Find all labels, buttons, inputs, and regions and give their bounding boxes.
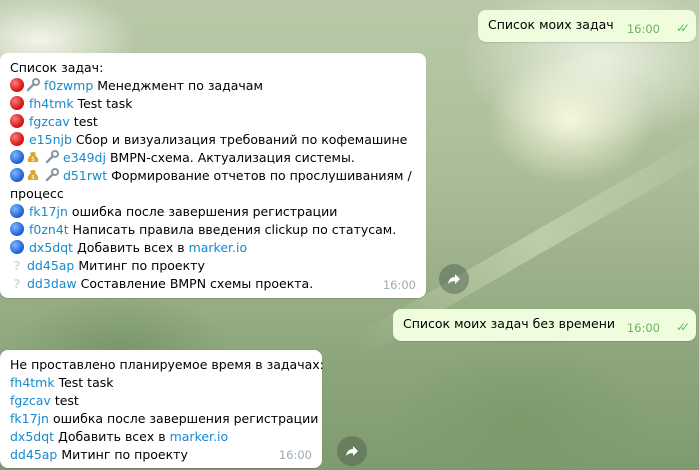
task-id-link[interactable]: e349dj	[63, 150, 106, 165]
task-id-link[interactable]: fgzcav	[10, 393, 51, 408]
task-text: ошибка после завершения регистрации	[52, 411, 319, 426]
task-id-link[interactable]: dx5dqt	[29, 240, 73, 255]
red-circle-icon	[10, 78, 24, 92]
svg-text:$: $	[31, 174, 35, 181]
wrench-icon	[45, 168, 59, 182]
task-text: test	[73, 114, 98, 129]
task-text: BMPN-схема. Актуализация системы.	[109, 150, 355, 165]
forward-arrow-icon	[448, 274, 460, 284]
marker-io-link[interactable]: marker.io	[189, 240, 248, 255]
money-bag-icon: $	[27, 170, 39, 181]
task-row: dx5dqt Добавить всех в marker.io	[10, 239, 416, 257]
marker-io-link[interactable]: marker.io	[170, 429, 229, 444]
red-circle-icon	[10, 96, 24, 110]
task-row: dx5dqt Добавить всех в marker.io	[10, 428, 312, 446]
task-text: Добавить всех в	[58, 429, 166, 444]
task-text: Test task	[77, 96, 133, 111]
money-bag-icon: $	[27, 152, 39, 163]
incoming-message-no-time-list[interactable]: Не проставлено планируемое время в задач…	[0, 350, 324, 468]
task-row: fh4tmk Test task	[10, 374, 312, 392]
task-id-link[interactable]: fk17jn	[29, 204, 68, 219]
task-id-link[interactable]: dd45ap	[27, 258, 74, 273]
blue-circle-icon	[10, 150, 24, 164]
task-row: fgzcav test	[10, 392, 312, 410]
task-id-link[interactable]: f0zn4t	[29, 222, 69, 237]
task-text: Митинг по проекту	[78, 258, 205, 273]
task-text: Написать правила введения clickup по ста…	[72, 222, 397, 237]
red-circle-icon	[10, 132, 24, 146]
message-text: Список моих задач без времени	[403, 316, 616, 331]
task-text: Менеджмент по задачам	[97, 78, 263, 93]
task-row: $ d51rwt Формирование отчетов по прослуши…	[10, 167, 416, 185]
blue-circle-icon	[10, 204, 24, 218]
task-text: Составление BMPN схемы проекта.	[80, 276, 314, 291]
forward-button[interactable]	[337, 436, 367, 466]
blue-circle-icon	[10, 168, 24, 182]
task-row: ? dd45ap Митинг по проекту	[10, 257, 416, 275]
task-id-link[interactable]: dd45ap	[10, 447, 57, 462]
task-id-link[interactable]: dx5dqt	[10, 429, 54, 444]
wrench-icon	[26, 78, 40, 92]
task-id-link[interactable]: d51rwt	[63, 168, 107, 183]
task-row: e15njb Сбор и визуализация требований по…	[10, 131, 416, 149]
message-time: 16:00	[278, 448, 312, 462]
read-checks-icon: ✓✓	[675, 21, 690, 35]
task-id-link[interactable]: dd3daw	[27, 276, 77, 291]
task-text: ошибка после завершения регистрации	[71, 204, 338, 219]
message-title: Список задач:	[10, 60, 104, 75]
task-text-continuation: процесс	[10, 186, 64, 201]
wrench-icon	[45, 150, 59, 164]
task-id-link[interactable]: fh4tmk	[29, 96, 74, 111]
blue-circle-icon	[10, 222, 24, 236]
task-id-link[interactable]: fh4tmk	[10, 375, 55, 390]
task-text: Добавить всех в	[77, 240, 185, 255]
forward-button[interactable]	[439, 264, 469, 294]
task-text: Митинг по проекту	[61, 447, 188, 462]
task-row: fh4tmk Test task	[10, 95, 416, 113]
task-text: Test task	[58, 375, 114, 390]
question-mark-icon: ?	[13, 258, 21, 273]
task-text: Сбор и визуализация требований по кофема…	[75, 132, 408, 147]
task-row: f0zn4t Написать правила введения clickup…	[10, 221, 416, 239]
message-time: 16:00	[382, 278, 416, 292]
task-row: $ e349dj BMPN-схема. Актуализация системы…	[10, 149, 416, 167]
message-title: Не проставлено планируемое время в задач…	[10, 357, 324, 372]
message-time: 16:00	[626, 321, 660, 335]
task-id-link[interactable]: fgzcav	[29, 114, 70, 129]
message-text: Список моих задач	[488, 17, 614, 32]
task-id-link[interactable]: fk17jn	[10, 411, 49, 426]
task-row: dd45ap Митинг по проекту	[10, 446, 312, 464]
forward-arrow-icon	[346, 446, 358, 456]
task-row: ? dd3daw Составление BMPN схемы проекта.	[10, 275, 416, 293]
read-checks-icon: ✓✓	[675, 320, 690, 334]
task-row: f0zwmp Менеджмент по задачам	[10, 77, 416, 95]
blue-circle-icon	[10, 240, 24, 254]
task-id-link[interactable]: f0zwmp	[44, 78, 93, 93]
task-row: fk17jn ошибка после завершения регистрац…	[10, 203, 416, 221]
svg-text:$: $	[31, 156, 35, 163]
question-mark-icon: ?	[13, 276, 21, 291]
outgoing-message-2[interactable]: Список моих задач без времени 16:00 ✓✓	[393, 309, 696, 341]
outgoing-message-1[interactable]: Список моих задач 16:00 ✓✓	[478, 10, 696, 42]
task-row: fgzcav test	[10, 113, 416, 131]
task-id-link[interactable]: e15njb	[29, 132, 72, 147]
task-text: test	[54, 393, 79, 408]
red-circle-icon	[10, 114, 24, 128]
message-time: 16:00	[626, 22, 660, 36]
task-row: fk17jn ошибка после завершения регистрац…	[10, 410, 318, 428]
incoming-message-task-list[interactable]: Список задач: f0zwmp Менеджмент по задач…	[0, 53, 426, 298]
task-text: Формирование отчетов по прослушиваниям /	[111, 168, 412, 183]
